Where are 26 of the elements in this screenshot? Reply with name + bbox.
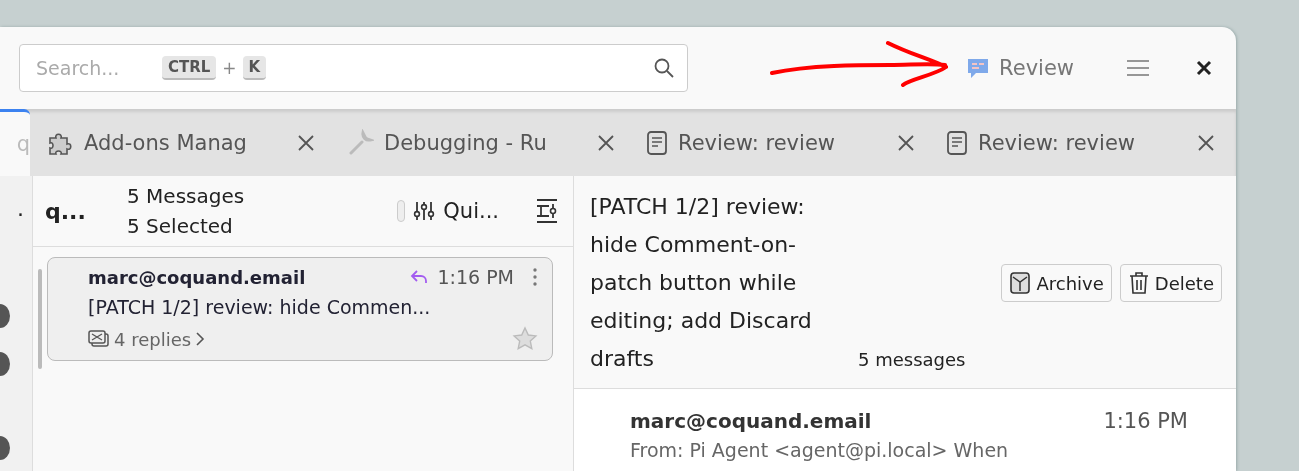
thread-subject: [PATCH 1/2] review: hide Comment-on-patch button while editing; add Discard drafts <box>590 193 813 373</box>
tab[interactable]: Review: review <box>930 109 1230 176</box>
folder-name: q... <box>45 198 87 224</box>
keyboard-key: CTRL <box>162 56 217 80</box>
message-subject: [PATCH 1/2] review: hide Commen... <box>88 296 432 318</box>
selected-count: 5 Selected <box>127 213 234 240</box>
tab[interactable]: Review: review <box>630 109 930 176</box>
quick-filter-button[interactable]: Qui... <box>413 199 499 223</box>
plus-sign: + <box>222 58 237 78</box>
sender: marc@coquand.email <box>88 266 306 288</box>
keyboard-key: K <box>242 56 267 80</box>
message-time: 1:16 PM <box>1103 409 1188 433</box>
message-count: 5 Messages <box>127 183 245 210</box>
delete-button[interactable]: Delete <box>1119 264 1222 302</box>
review-button[interactable]: Review <box>965 55 1074 81</box>
message-count: 5 messages <box>858 349 966 370</box>
sender: marc@coquand.email <box>630 409 872 433</box>
message-card[interactable]: marc@coquand.email 1:16 PM [PATCH 1/2] review: hide Commen... 4 replies <box>47 257 553 361</box>
message-preview: From: Pi Agent <agent@pi.local> When <box>630 439 1010 461</box>
search-input[interactable]: Search... <box>34 56 156 80</box>
tab[interactable]: Debugging - Ru <box>330 109 630 176</box>
replies-link[interactable]: 4 replies <box>88 328 206 350</box>
message-time: 1:16 PM <box>437 266 514 288</box>
folder-label: . <box>17 196 24 221</box>
archive-button[interactable]: Archive <box>1001 264 1112 302</box>
tab[interactable]: Add-ons Manag <box>30 109 330 176</box>
